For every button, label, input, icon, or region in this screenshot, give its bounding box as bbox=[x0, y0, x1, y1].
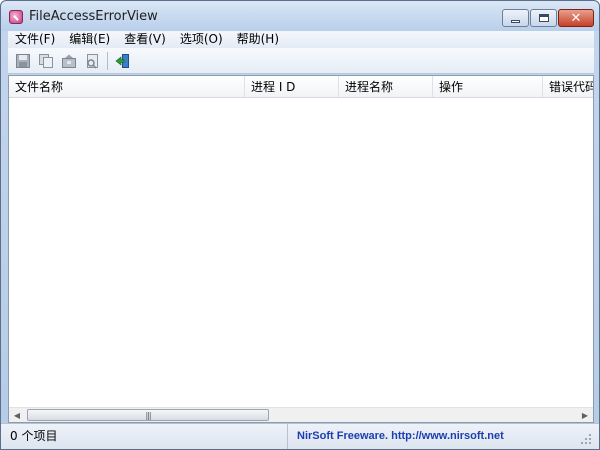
menu-options[interactable]: 选项(O) bbox=[173, 31, 230, 48]
column-header-operation[interactable]: 操作 bbox=[433, 76, 543, 97]
properties-button[interactable] bbox=[60, 52, 78, 70]
column-header-process-name[interactable]: 进程名称 bbox=[339, 76, 433, 97]
save-icon bbox=[16, 53, 30, 68]
menu-file[interactable]: 文件(F) bbox=[8, 31, 62, 48]
app-icon[interactable] bbox=[9, 10, 23, 24]
report-button[interactable] bbox=[83, 52, 101, 70]
column-header-file-name[interactable]: 文件名称 bbox=[9, 76, 245, 97]
column-header-error-code[interactable]: 错误代码 bbox=[543, 76, 593, 97]
scrollbar-thumb[interactable]: ||| bbox=[27, 409, 269, 421]
minimize-icon bbox=[511, 19, 520, 23]
arrow-left-icon: ◀ bbox=[13, 411, 21, 420]
list-body[interactable] bbox=[9, 98, 593, 407]
resize-grip-icon[interactable] bbox=[579, 432, 593, 446]
window-title: FileAccessErrorView bbox=[29, 9, 158, 24]
properties-icon bbox=[62, 54, 76, 68]
title-bar[interactable]: FileAccessErrorView ✕ bbox=[1, 1, 599, 31]
save-button[interactable] bbox=[14, 52, 32, 70]
horizontal-scrollbar[interactable]: ◀ ||| ▶ bbox=[9, 407, 593, 422]
grip-icon: ||| bbox=[145, 410, 151, 420]
menu-help[interactable]: 帮助(H) bbox=[230, 31, 286, 48]
maximize-icon bbox=[538, 14, 549, 22]
app-window: FileAccessErrorView ✕ 文件(F) 编辑(E) 查看(V) … bbox=[0, 0, 600, 450]
exit-icon bbox=[115, 53, 129, 68]
menu-bar: 文件(F) 编辑(E) 查看(V) 选项(O) 帮助(H) bbox=[8, 31, 594, 48]
maximize-button[interactable] bbox=[530, 9, 557, 27]
close-icon: ✕ bbox=[570, 10, 582, 26]
arrow-right-icon: ▶ bbox=[581, 411, 589, 420]
file-error-list[interactable]: 文件名称 进程 I D 进程名称 操作 错误代码 ◀ ||| ▶ bbox=[8, 75, 594, 423]
status-credit-link[interactable]: NirSoft Freeware. http://www.nirsoft.net bbox=[297, 424, 504, 449]
scroll-right-button[interactable]: ▶ bbox=[577, 408, 593, 423]
menu-edit[interactable]: 编辑(E) bbox=[62, 31, 117, 48]
toolbar-separator bbox=[107, 51, 108, 70]
status-item-count: 0 个项目 bbox=[8, 424, 288, 449]
copy-button[interactable] bbox=[37, 52, 55, 70]
copy-icon bbox=[39, 53, 53, 68]
list-header: 文件名称 进程 I D 进程名称 操作 错误代码 bbox=[9, 76, 593, 98]
close-button[interactable]: ✕ bbox=[558, 9, 594, 27]
minimize-button[interactable] bbox=[502, 9, 529, 27]
exit-button[interactable] bbox=[114, 52, 132, 70]
scroll-left-button[interactable]: ◀ bbox=[9, 408, 25, 423]
toolbar bbox=[8, 48, 594, 74]
column-header-process-id[interactable]: 进程 I D bbox=[245, 76, 339, 97]
report-icon bbox=[87, 53, 98, 69]
status-bar: 0 个项目 NirSoft Freeware. http://www.nirso… bbox=[1, 423, 599, 449]
menu-view[interactable]: 查看(V) bbox=[117, 31, 173, 48]
